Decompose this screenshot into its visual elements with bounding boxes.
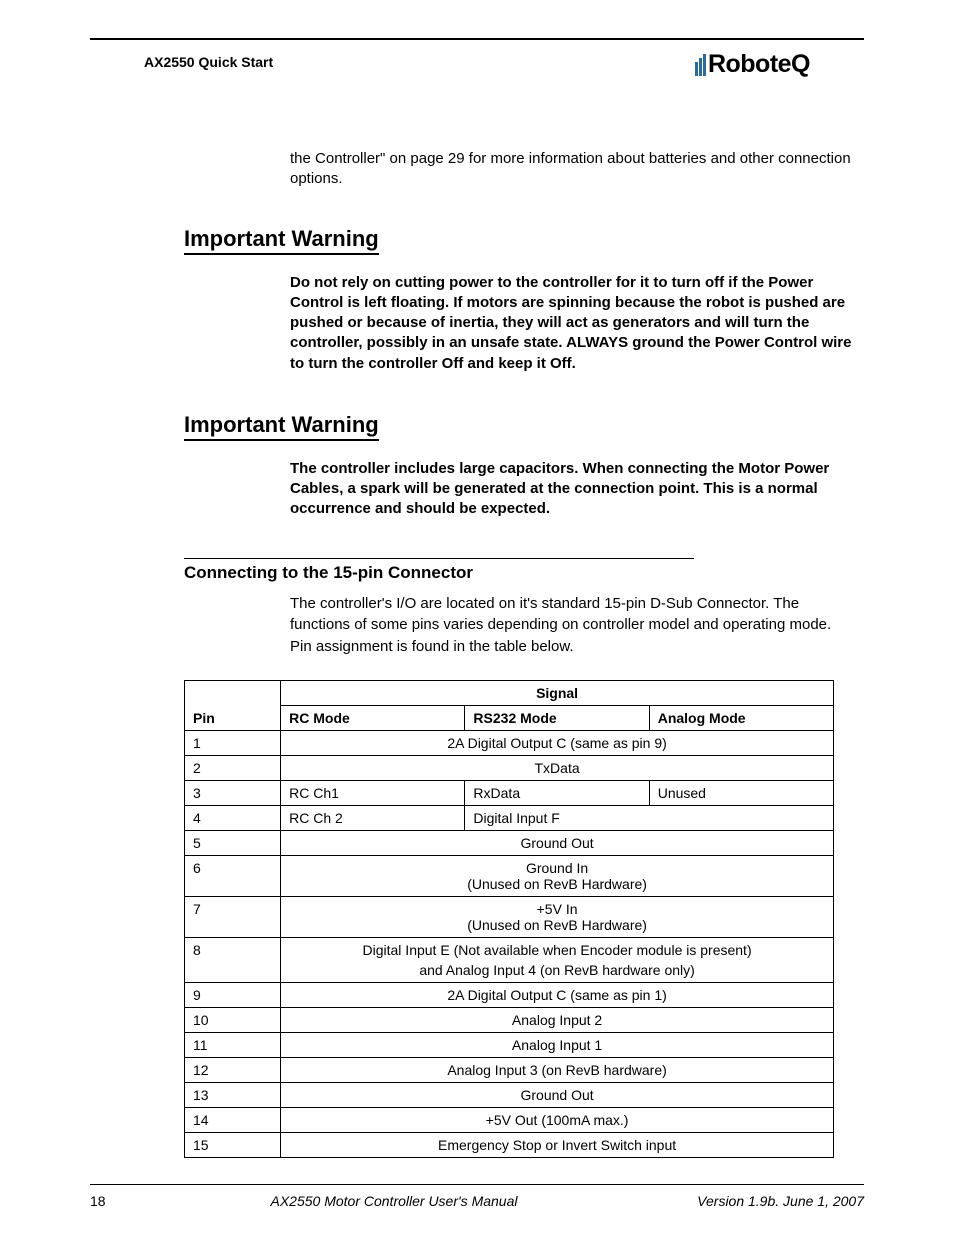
table-row: 4RC Ch 2Digital Input F — [185, 805, 834, 830]
warning-2-heading: Important Warning — [184, 412, 379, 441]
table-row: 6Ground In(Unused on RevB Hardware) — [185, 855, 834, 896]
signal-cell: Ground Out — [281, 830, 834, 855]
table-row: 15Emergency Stop or Invert Switch input — [185, 1132, 834, 1157]
page-footer: 18 AX2550 Motor Controller User's Manual… — [90, 1184, 864, 1209]
pin-cell: 1 — [185, 730, 281, 755]
table-row: 5Ground Out — [185, 830, 834, 855]
table-row: 8Digital Input E (Not available when Enc… — [185, 937, 834, 982]
logo-bars-icon — [695, 54, 706, 76]
signal-cell: +5V In(Unused on RevB Hardware) — [281, 896, 834, 937]
pin-cell: 10 — [185, 1007, 281, 1032]
signal-cell: 2A Digital Output C (same as pin 9) — [281, 730, 834, 755]
signal-cell: Analog Input 1 — [281, 1032, 834, 1057]
signal-cell: Analog Input 3 (on RevB hardware) — [281, 1057, 834, 1082]
section-divider — [184, 558, 694, 559]
pin-cell: 13 — [185, 1082, 281, 1107]
table-row: 12Analog Input 3 (on RevB hardware) — [185, 1057, 834, 1082]
signal-cell: Ground Out — [281, 1082, 834, 1107]
table-row: 14+5V Out (100mA max.) — [185, 1107, 834, 1132]
header-title: AX2550 Quick Start — [144, 54, 273, 70]
logo-text: RoboteQ — [708, 50, 810, 79]
pin-cell: 15 — [185, 1132, 281, 1157]
section-heading: Connecting to the 15-pin Connector — [184, 563, 860, 583]
pin-cell: 6 — [185, 855, 281, 896]
th-analog: Analog Mode — [649, 705, 833, 730]
signal-cell: Emergency Stop or Invert Switch input — [281, 1132, 834, 1157]
pin-cell: 7 — [185, 896, 281, 937]
signal-cell: Digital Input F — [465, 805, 834, 830]
table-row: 13Ground Out — [185, 1082, 834, 1107]
signal-cell: +5V Out (100mA max.) — [281, 1107, 834, 1132]
pin-cell: 11 — [185, 1032, 281, 1057]
pin-cell: 2 — [185, 755, 281, 780]
pin-cell: 4 — [185, 805, 281, 830]
signal-cell: RC Ch1 — [281, 780, 465, 805]
signal-cell: Digital Input E (Not available when Enco… — [281, 937, 834, 982]
warning-1-body: Do not rely on cutting power to the cont… — [290, 273, 856, 374]
roboteq-logo: RoboteQ — [695, 50, 810, 79]
signal-cell: Analog Input 2 — [281, 1007, 834, 1032]
table-row: 10Analog Input 2 — [185, 1007, 834, 1032]
pin-cell: 14 — [185, 1107, 281, 1132]
intro-text: the Controller" on page 29 for more info… — [290, 149, 856, 190]
table-row: 7+5V In(Unused on RevB Hardware) — [185, 896, 834, 937]
table-row: 2TxData — [185, 755, 834, 780]
signal-cell: RxData — [465, 780, 649, 805]
signal-cell: 2A Digital Output C (same as pin 1) — [281, 982, 834, 1007]
th-signal: Signal — [281, 680, 834, 705]
page-header: AX2550 Quick Start RoboteQ — [90, 50, 864, 79]
table-row: 3RC Ch1RxDataUnused — [185, 780, 834, 805]
signal-cell: Ground In(Unused on RevB Hardware) — [281, 855, 834, 896]
footer-version: Version 1.9b. June 1, 2007 — [644, 1193, 864, 1209]
warning-2-body: The controller includes large capacitors… — [290, 459, 856, 520]
footer-title: AX2550 Motor Controller User's Manual — [144, 1193, 644, 1209]
section-body: The controller's I/O are located on it's… — [290, 593, 856, 658]
table-row: 92A Digital Output C (same as pin 1) — [185, 982, 834, 1007]
pin-cell: 9 — [185, 982, 281, 1007]
signal-cell: RC Ch 2 — [281, 805, 465, 830]
th-rs232: RS232 Mode — [465, 705, 649, 730]
pin-cell: 12 — [185, 1057, 281, 1082]
pin-cell: 8 — [185, 937, 281, 982]
table-row: 12A Digital Output C (same as pin 9) — [185, 730, 834, 755]
table-row: 11Analog Input 1 — [185, 1032, 834, 1057]
th-rc: RC Mode — [281, 705, 465, 730]
warning-1-heading: Important Warning — [184, 226, 379, 255]
pin-cell: 5 — [185, 830, 281, 855]
pin-table: Pin Signal RC Mode RS232 Mode Analog Mod… — [184, 680, 834, 1158]
pin-cell: 3 — [185, 780, 281, 805]
signal-cell: TxData — [281, 755, 834, 780]
page-number: 18 — [90, 1193, 144, 1209]
signal-cell: Unused — [649, 780, 833, 805]
th-pin: Pin — [185, 680, 281, 730]
